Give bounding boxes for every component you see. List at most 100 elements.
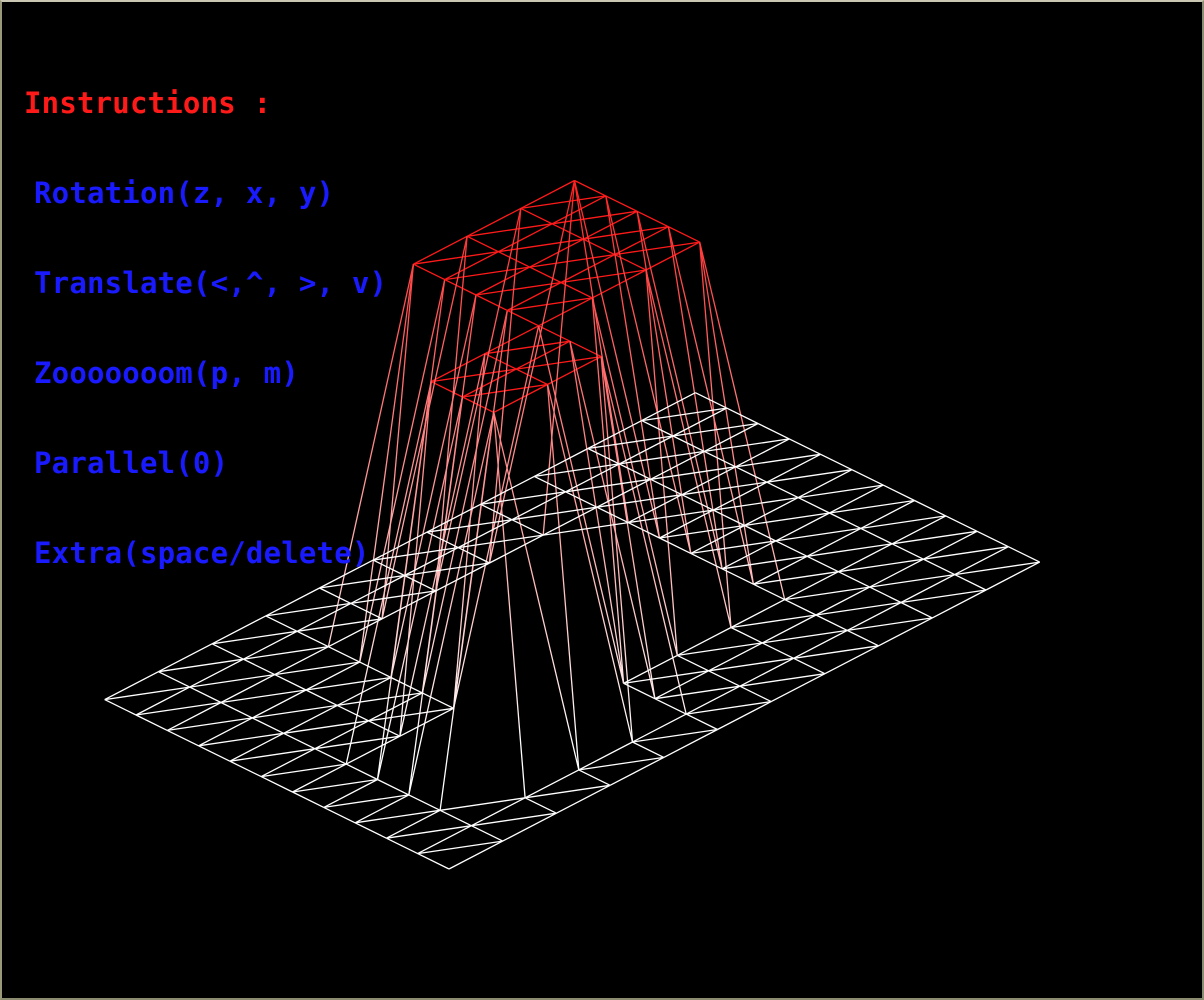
grid-edge: [260, 776, 293, 793]
grid-edge: [699, 241, 755, 585]
grid-edge: [797, 497, 830, 514]
instructions-title: Instructions :: [24, 86, 272, 120]
grid-edge: [578, 769, 611, 786]
grid-edge: [851, 469, 884, 486]
grid-edge: [328, 646, 360, 663]
grid-edge: [641, 420, 674, 437]
grid-edge: [198, 745, 231, 762]
grid-edge: [654, 698, 687, 715]
grid-edge: [408, 794, 441, 811]
instruction-extra: Extra(space/delete): [34, 536, 370, 570]
grid-edge: [220, 701, 253, 719]
app-window: Instructions : Rotation(z, x, y) Transla…: [0, 0, 1204, 1000]
grid-diagonal: [435, 208, 522, 592]
grid-edge: [274, 674, 307, 691]
grid-edge: [690, 552, 723, 570]
grid-edge: [685, 713, 718, 731]
grid-edge: [574, 179, 607, 197]
grid-edge: [337, 704, 369, 722]
grid-edge: [511, 519, 544, 536]
grid-edge: [838, 571, 870, 588]
grid-edge: [891, 543, 924, 560]
grid-edge: [712, 509, 745, 527]
grid-edge: [546, 384, 580, 770]
grid-edge: [323, 806, 356, 824]
grid-edge: [789, 438, 821, 455]
grid-edge: [211, 643, 244, 660]
grid-diagonal: [408, 412, 495, 796]
grid-edge: [762, 642, 794, 659]
grid-edge: [520, 207, 553, 225]
grid-edge: [677, 654, 709, 672]
grid-edge: [466, 235, 499, 253]
grid-edge: [784, 599, 817, 616]
grid-edge: [390, 279, 446, 678]
grid-edge: [135, 714, 168, 731]
render-viewport[interactable]: Instructions : Rotation(z, x, y) Transla…: [2, 2, 1202, 998]
grid-edge: [422, 692, 454, 709]
grid-edge: [636, 210, 669, 228]
grid-edge: [377, 778, 410, 796]
grid-edge: [591, 297, 625, 684]
grid-edge: [104, 699, 137, 716]
grid-edge: [869, 586, 902, 604]
grid-edge: [167, 729, 199, 747]
grid-edge: [860, 527, 893, 545]
grid-edge: [524, 797, 557, 814]
grid-diagonal: [546, 384, 634, 743]
grid-edge: [820, 453, 853, 471]
grid-edge: [452, 310, 508, 709]
grid-edge: [417, 853, 450, 870]
grid-edge: [775, 540, 808, 557]
grid-edge: [551, 223, 584, 240]
grid-edge: [650, 478, 683, 496]
grid-edge: [704, 450, 736, 468]
instruction-translate: Translate(<,^, >, v): [34, 266, 388, 300]
grid-edge: [1008, 546, 1040, 563]
instruction-rotation: Rotation(z, x, y): [34, 176, 335, 210]
grid-edge: [976, 530, 1009, 548]
grid-edge: [882, 484, 915, 502]
grid-edge: [636, 211, 692, 554]
grid-edge: [730, 626, 763, 644]
grid-edge: [708, 670, 741, 687]
grid-edge: [354, 822, 387, 839]
grid-edge: [583, 238, 615, 256]
grid-edge: [659, 537, 692, 554]
grid-edge: [614, 254, 647, 271]
grid-edge: [632, 741, 665, 758]
grid-edge: [954, 574, 987, 591]
grid-edge: [815, 614, 848, 631]
grid-edge: [753, 583, 785, 601]
grid-edge: [475, 294, 508, 311]
grid-edge: [735, 466, 768, 483]
grid-edge: [757, 422, 790, 440]
grid-edge: [829, 512, 862, 529]
grid-diagonal: [381, 236, 468, 619]
grid-edge: [430, 381, 463, 398]
grid-edge: [945, 515, 978, 532]
grid-edge: [390, 676, 423, 694]
grid-edge: [498, 251, 530, 268]
grid-edge: [587, 447, 620, 465]
grid-edge: [158, 671, 190, 688]
grid-edge: [766, 481, 799, 499]
grid-edge: [600, 356, 634, 743]
grid-edge: [252, 717, 284, 734]
grid-edge: [793, 657, 826, 675]
grid-edge: [359, 661, 392, 679]
grid-edge: [529, 266, 562, 284]
grid-edge: [645, 269, 678, 656]
grid-edge: [386, 837, 418, 855]
grid-edge: [605, 195, 638, 212]
grid-edge: [668, 226, 700, 243]
instruction-parallel: Parallel(0): [34, 446, 229, 480]
grid-edge: [292, 791, 325, 808]
grid-edge: [435, 236, 468, 591]
grid-edge: [900, 601, 933, 619]
grid-edge: [806, 555, 839, 573]
grid-edge: [305, 689, 338, 706]
grid-edge: [413, 263, 445, 281]
grid-diagonal: [493, 412, 580, 771]
grid-edge: [699, 242, 732, 628]
